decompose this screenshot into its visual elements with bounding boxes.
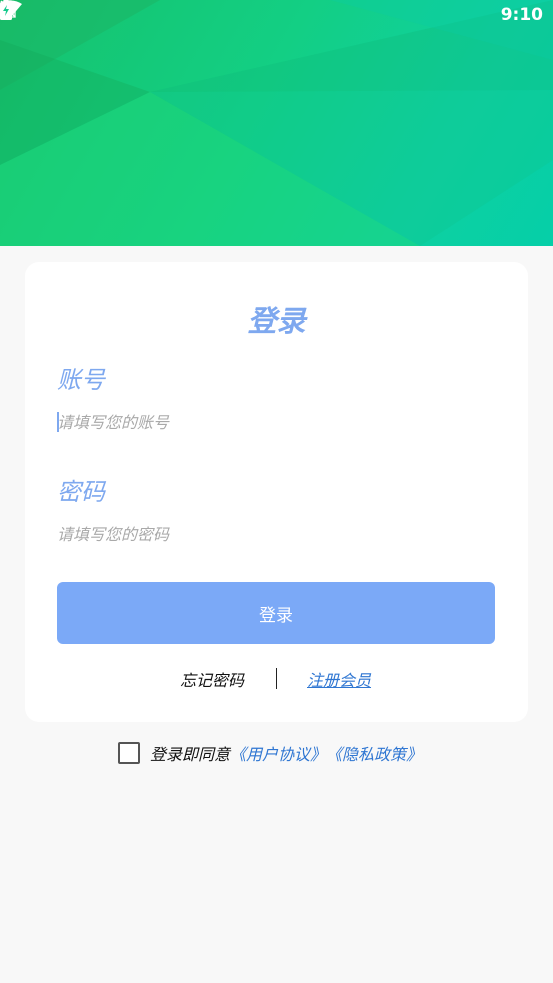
user-agreement-link[interactable]: 《用户协议》 <box>230 741 326 765</box>
status-time: 9:10 <box>500 5 543 25</box>
login-title: 登录 <box>247 304 306 338</box>
password-label: 密码 <box>57 478 105 506</box>
header-banner: 9:10 <box>0 0 553 246</box>
agreement-checkbox[interactable] <box>118 742 140 764</box>
login-card: 登录 账号 密码 登录 忘记密码 注册会员 <box>25 262 528 722</box>
register-link[interactable]: 注册会员 <box>307 667 371 691</box>
login-button[interactable]: 登录 <box>57 582 495 644</box>
text-cursor <box>57 412 59 432</box>
account-label: 账号 <box>57 366 105 394</box>
agreement-prefix: 登录即同意 <box>150 745 231 764</box>
battery-charging-icon <box>0 0 12 20</box>
agreement-row: 登录即同意 《用户协议》 《隐私政策》 <box>118 740 422 766</box>
header-background-pattern <box>0 0 553 246</box>
privacy-policy-link[interactable]: 《隐私政策》 <box>326 741 422 765</box>
status-bar: 9:10 <box>0 0 553 30</box>
link-divider <box>276 668 277 689</box>
account-input[interactable] <box>57 407 495 437</box>
forgot-password-link[interactable]: 忘记密码 <box>180 667 244 691</box>
auth-links: 忘记密码 注册会员 <box>25 667 528 691</box>
password-input[interactable] <box>57 519 495 549</box>
